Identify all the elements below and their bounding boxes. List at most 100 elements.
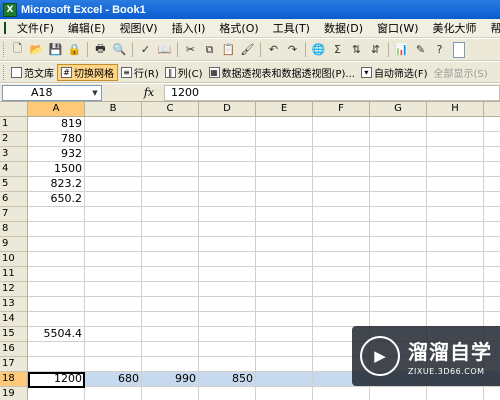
row-header-1[interactable]: 1: [0, 117, 28, 132]
gridline-horizontal: [28, 236, 500, 237]
row-header-6[interactable]: 6: [0, 192, 28, 207]
select-all-corner[interactable]: [0, 102, 28, 117]
save-icon[interactable]: 💾: [47, 41, 64, 58]
permission-icon[interactable]: 🔒: [66, 41, 83, 58]
pivot-table-button[interactable]: ▦ 数据透视表和数据透视图(P)...: [206, 64, 358, 81]
toggle-gridlines-button[interactable]: # 切换网格: [57, 63, 118, 81]
row-header-14[interactable]: 14: [0, 312, 28, 327]
row-header-12[interactable]: 12: [0, 282, 28, 297]
toolbar-grip[interactable]: [3, 64, 6, 80]
help-icon[interactable]: ?: [431, 41, 448, 58]
show-all-label: 全部显示(S): [433, 68, 488, 80]
row-header-3[interactable]: 3: [0, 147, 28, 162]
row-header-11[interactable]: 11: [0, 267, 28, 282]
undo-icon[interactable]: ↶: [265, 41, 282, 58]
sort-descending-icon[interactable]: ⇵: [367, 41, 384, 58]
spelling-icon[interactable]: ✓: [137, 41, 154, 58]
print-preview-icon[interactable]: 🔍: [111, 41, 128, 58]
menu-file[interactable]: 文件(F): [10, 20, 61, 36]
new-icon[interactable]: 🗋: [9, 41, 26, 58]
name-box[interactable]: A18 ▼: [2, 84, 102, 101]
gridline-vertical: [141, 117, 142, 400]
template-library-button[interactable]: 范文库: [8, 64, 57, 81]
chevron-down-icon[interactable]: ▼: [89, 86, 101, 100]
cell-a15[interactable]: 5504.4: [28, 327, 85, 341]
menu-help[interactable]: 帮助(H): [484, 20, 500, 36]
gridline-horizontal: [28, 161, 500, 162]
cell-c18[interactable]: 990: [142, 372, 199, 386]
row-header-8[interactable]: 8: [0, 222, 28, 237]
toolbar-grip[interactable]: [3, 42, 6, 57]
menu-window[interactable]: 窗口(W): [370, 20, 425, 36]
cell-d18[interactable]: 850: [199, 372, 256, 386]
column-header-g[interactable]: G: [370, 102, 427, 117]
autofilter-button[interactable]: ▾ 自动筛选(F): [358, 64, 431, 81]
gridline-horizontal: [28, 266, 500, 267]
copy-icon[interactable]: ⧉: [201, 41, 218, 58]
gridline-horizontal: [28, 281, 500, 282]
column-header-e[interactable]: E: [256, 102, 313, 117]
column-header-b[interactable]: B: [85, 102, 142, 117]
column-header-h[interactable]: H: [427, 102, 484, 117]
workbook-icon[interactable]: [4, 22, 6, 34]
play-logo-icon: ▶: [360, 336, 400, 376]
print-icon[interactable]: 🖶: [92, 41, 109, 58]
excel-app-icon[interactable]: X: [3, 2, 17, 17]
cell-a18[interactable]: 1200: [28, 372, 85, 386]
cell-a3[interactable]: 932: [28, 147, 85, 161]
row-header-15[interactable]: 15: [0, 327, 28, 342]
menu-view[interactable]: 视图(V): [112, 20, 164, 36]
insert-row-button[interactable]: ≡ 行(R): [118, 64, 162, 81]
cell-a5[interactable]: 823.2: [28, 177, 85, 191]
watermark-url: ZIXUE.3D66.COM: [408, 367, 485, 376]
row-header-2[interactable]: 2: [0, 132, 28, 147]
row-header-4[interactable]: 4: [0, 162, 28, 177]
row-header-9[interactable]: 9: [0, 237, 28, 252]
row-header-19[interactable]: 19: [0, 387, 28, 400]
cell-b18[interactable]: 680: [85, 372, 142, 386]
cut-icon[interactable]: ✂: [182, 41, 199, 58]
cell-a4[interactable]: 1500: [28, 162, 85, 176]
row-header-10[interactable]: 10: [0, 252, 28, 267]
row-header-13[interactable]: 13: [0, 297, 28, 312]
gridline-horizontal: [28, 251, 500, 252]
cell-a1[interactable]: 819: [28, 117, 85, 131]
column-header-overflow[interactable]: [484, 102, 500, 117]
menu-edit[interactable]: 编辑(E): [61, 20, 113, 36]
column-header-c[interactable]: C: [142, 102, 199, 117]
gridline-horizontal: [28, 191, 500, 192]
cell-a6[interactable]: 650.2: [28, 192, 85, 206]
sort-ascending-icon[interactable]: ⇅: [348, 41, 365, 58]
insert-column-button[interactable]: ‖ 列(C): [162, 64, 206, 81]
row-header-17[interactable]: 17: [0, 357, 28, 372]
menu-beautify[interactable]: 美化大师: [426, 20, 484, 36]
cell-a2[interactable]: 780: [28, 132, 85, 146]
hyperlink-icon[interactable]: 🌐: [310, 41, 327, 58]
menu-tools[interactable]: 工具(T): [266, 20, 317, 36]
row-header-7[interactable]: 7: [0, 207, 28, 222]
pivot-table-icon: ▦: [208, 66, 220, 78]
formula-input[interactable]: 1200: [164, 84, 500, 101]
drawing-icon[interactable]: ✎: [412, 41, 429, 58]
format-painter-icon[interactable]: 🖌: [239, 41, 256, 58]
menu-format[interactable]: 格式(O): [212, 20, 265, 36]
redo-icon[interactable]: ↷: [284, 41, 301, 58]
insert-function-icon[interactable]: fx: [134, 86, 164, 99]
paste-icon[interactable]: 📋: [220, 41, 237, 58]
row-header-16[interactable]: 16: [0, 342, 28, 357]
autosum-icon[interactable]: Σ: [329, 41, 346, 58]
window-title: Microsoft Excel - Book1: [21, 3, 146, 16]
show-all-button[interactable]: 全部显示(S): [431, 64, 491, 81]
font-combo-stub[interactable]: [453, 41, 465, 58]
menu-insert[interactable]: 插入(I): [165, 20, 213, 36]
chart-wizard-icon[interactable]: 📊: [393, 41, 410, 58]
beautify-toolbar: 范文库 # 切换网格 ≡ 行(R) ‖ 列(C) ▦ 数据透视表和数据透视图(P…: [0, 62, 500, 83]
row-header-5[interactable]: 5: [0, 177, 28, 192]
research-icon[interactable]: 📖: [156, 41, 173, 58]
column-header-a[interactable]: A: [28, 102, 85, 117]
column-header-f[interactable]: F: [313, 102, 370, 117]
column-header-d[interactable]: D: [199, 102, 256, 117]
row-header-18[interactable]: 18: [0, 372, 28, 387]
menu-data[interactable]: 数据(D): [317, 20, 370, 36]
open-icon[interactable]: 📂: [28, 41, 45, 58]
